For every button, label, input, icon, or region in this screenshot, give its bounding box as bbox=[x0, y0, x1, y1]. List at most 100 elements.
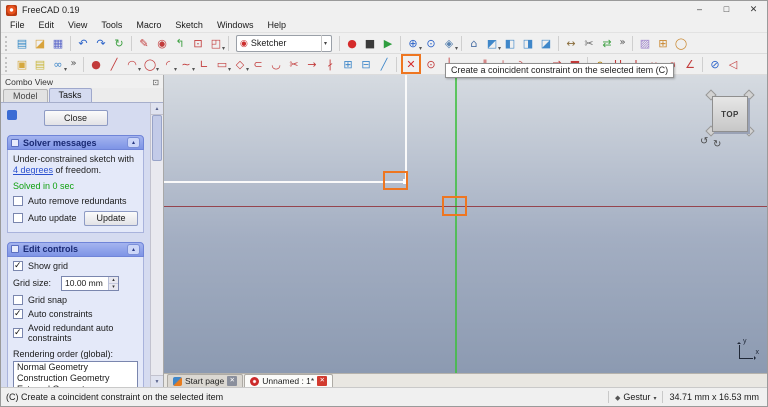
toolbar-grip[interactable] bbox=[5, 35, 9, 51]
measure-icon[interactable]: ↔ bbox=[563, 35, 579, 52]
collapse-section-icon[interactable] bbox=[127, 243, 140, 255]
sketch-arc-icon[interactable]: ◠ ▾ bbox=[124, 56, 141, 73]
sketch-slot-icon[interactable]: ⊂ bbox=[250, 56, 266, 73]
sketch-circle-icon[interactable]: ◯ ▾ bbox=[142, 56, 159, 73]
menu-file[interactable]: File bbox=[3, 19, 32, 32]
sketch-line-vertical[interactable] bbox=[405, 75, 407, 182]
rendering-order-item[interactable]: External Geometry bbox=[14, 384, 137, 387]
spin-down-icon[interactable] bbox=[109, 283, 119, 290]
tab-close-icon[interactable]: ✕ bbox=[227, 376, 238, 386]
auto-update-checkbox[interactable] bbox=[13, 213, 23, 224]
edit-sketch-icon[interactable]: ◉ bbox=[154, 35, 170, 52]
part-sphere-icon[interactable]: ◯ bbox=[673, 35, 689, 52]
constrain-coincident-icon[interactable]: ✕ bbox=[401, 54, 421, 74]
navigation-style-selector[interactable]: Gestur bbox=[615, 392, 656, 402]
create-group-icon[interactable]: ▤ bbox=[32, 56, 48, 73]
create-sketch-icon[interactable]: ✎ bbox=[136, 35, 152, 52]
sketch-line-horizontal[interactable] bbox=[164, 181, 406, 183]
solver-messages-header[interactable]: Solver messages bbox=[7, 135, 144, 150]
isometric-view-icon[interactable]: ◩ ▾ bbox=[484, 35, 501, 52]
menu-edit[interactable]: Edit bbox=[32, 19, 62, 32]
menu-macro[interactable]: Macro bbox=[129, 19, 168, 32]
grid-size-input[interactable]: 10.00 mm bbox=[61, 275, 120, 291]
edit-controls-header[interactable]: Edit controls bbox=[7, 241, 144, 257]
grid-snap-checkbox[interactable] bbox=[13, 294, 23, 305]
spin-up-icon[interactable] bbox=[109, 276, 119, 284]
sketch-external-geometry-icon[interactable]: ⊞ bbox=[340, 56, 356, 73]
fit-all-icon[interactable]: ⊕ ▾ bbox=[405, 35, 422, 52]
collapse-section-icon[interactable] bbox=[127, 137, 140, 148]
sketch-rectangle-icon[interactable]: ▭ ▾ bbox=[214, 56, 231, 73]
scrollbar-thumb[interactable] bbox=[152, 115, 162, 161]
constrain-angle-icon[interactable]: ∠ bbox=[682, 56, 698, 73]
rotate-ccw-icon[interactable]: ↺ bbox=[700, 136, 708, 147]
tab-model[interactable]: Model bbox=[3, 89, 48, 102]
panel-scrollbar[interactable] bbox=[150, 103, 163, 387]
leave-sketch-icon[interactable]: ↰ bbox=[172, 35, 188, 52]
nav-cube-top-face[interactable]: TOP bbox=[712, 96, 748, 132]
show-grid-checkbox[interactable] bbox=[13, 260, 23, 271]
top-view-icon[interactable]: ◨ bbox=[520, 35, 536, 52]
workbench-selector[interactable]: Sketcher bbox=[236, 34, 332, 52]
macro-execute-icon[interactable]: ▶ bbox=[380, 35, 396, 52]
sketch-trim-icon[interactable]: ✂ bbox=[286, 56, 302, 73]
menu-help[interactable]: Help bbox=[260, 19, 293, 32]
front-view-icon[interactable]: ◧ bbox=[502, 35, 518, 52]
sketch-polygon-icon[interactable]: ◇ ▾ bbox=[232, 56, 249, 73]
scroll-up-icon[interactable] bbox=[151, 103, 163, 115]
sync-view-icon[interactable]: ⇄ bbox=[599, 35, 615, 52]
sketch-fillet-icon[interactable]: ◡ bbox=[268, 56, 284, 73]
construction-mode-icon[interactable]: ╱ bbox=[376, 56, 392, 73]
rendering-order-item[interactable]: Construction Geometry bbox=[14, 373, 137, 384]
sketch-conic-icon[interactable]: ◜ ▾ bbox=[160, 56, 177, 73]
menu-tools[interactable]: Tools bbox=[94, 19, 129, 32]
redo-icon[interactable]: ↷ bbox=[93, 35, 109, 52]
menu-sketch[interactable]: Sketch bbox=[168, 19, 210, 32]
minimize-button[interactable]: – bbox=[686, 1, 713, 19]
close-task-button[interactable]: Close bbox=[43, 110, 108, 126]
menu-view[interactable]: View bbox=[61, 19, 94, 32]
sketch-bspline-icon[interactable]: ∼ ▾ bbox=[178, 56, 195, 73]
auto-constraints-checkbox[interactable] bbox=[13, 308, 23, 319]
chevron-down-icon[interactable] bbox=[320, 34, 329, 52]
texture-icon[interactable]: ▨ bbox=[637, 35, 653, 52]
document-tab[interactable]: Unnamed : 1* ✕ bbox=[244, 374, 334, 387]
new-document-icon[interactable]: ▤ bbox=[14, 35, 30, 52]
overflow-chevron[interactable]: » bbox=[68, 56, 79, 73]
avoid-redundant-checkbox[interactable] bbox=[13, 327, 23, 338]
map-sketch-icon[interactable]: ◰ ▾ bbox=[208, 35, 225, 52]
macro-stop-icon[interactable]: ■ bbox=[362, 35, 378, 52]
menu-windows[interactable]: Windows bbox=[210, 19, 261, 32]
overflow-chevron[interactable]: » bbox=[617, 35, 628, 52]
toolbar-grip[interactable] bbox=[5, 56, 9, 72]
zoom-selection-icon[interactable]: ⊙ bbox=[423, 35, 439, 52]
toggle-driving-constraint-icon[interactable]: ⊘ bbox=[707, 56, 723, 73]
auto-remove-redundants-checkbox[interactable] bbox=[13, 195, 23, 206]
tab-tasks[interactable]: Tasks bbox=[48, 88, 92, 102]
sketch-extend-icon[interactable]: → bbox=[304, 56, 320, 73]
home-view-icon[interactable]: ⌂ bbox=[466, 35, 482, 52]
3d-viewport[interactable]: TOP ↺ ↻ x y bbox=[164, 75, 767, 373]
create-part-icon[interactable]: ▣ bbox=[14, 56, 30, 73]
open-folder-icon[interactable]: ◪ bbox=[32, 35, 48, 52]
save-icon[interactable]: ▦ bbox=[50, 35, 66, 52]
sketch-line-icon[interactable]: ╱ bbox=[106, 56, 122, 73]
sketch-split-icon[interactable]: ∤ bbox=[322, 56, 338, 73]
sketch-carbon-copy-icon[interactable]: ⊟ bbox=[358, 56, 374, 73]
restore-button[interactable]: □ bbox=[713, 1, 740, 19]
make-link-icon[interactable]: ∞ ▾ bbox=[50, 56, 67, 73]
float-panel-icon[interactable] bbox=[152, 77, 159, 87]
close-button[interactable]: ✕ bbox=[740, 1, 767, 19]
part-box-icon[interactable]: ⊞ bbox=[655, 35, 671, 52]
dof-link[interactable]: 4 degrees bbox=[13, 165, 53, 175]
rendering-order-item[interactable]: Normal Geometry bbox=[14, 362, 137, 373]
right-view-icon[interactable]: ◪ bbox=[538, 35, 554, 52]
undo-icon[interactable]: ↶ bbox=[75, 35, 91, 52]
sketch-point-icon[interactable]: ● bbox=[88, 56, 104, 73]
view-sketch-icon[interactable]: ⊡ bbox=[190, 35, 206, 52]
macro-record-icon[interactable]: ● bbox=[344, 35, 360, 52]
rendering-order-list[interactable]: Normal GeometryConstruction GeometryExte… bbox=[13, 360, 138, 387]
scroll-down-icon[interactable] bbox=[151, 375, 163, 387]
constrain-point-on-object-icon[interactable]: ⊙ bbox=[423, 56, 439, 73]
tab-close-icon[interactable]: ✕ bbox=[317, 376, 328, 386]
